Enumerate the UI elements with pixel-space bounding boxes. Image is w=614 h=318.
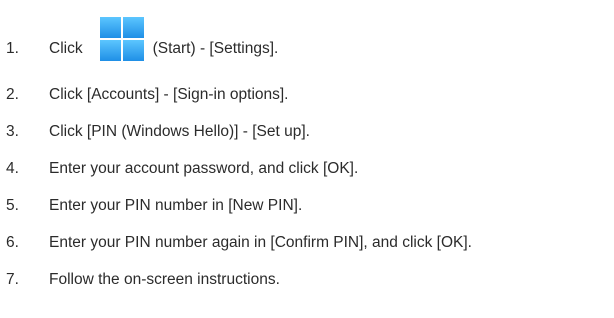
step-text: Enter your account password, and click […	[49, 160, 359, 177]
step-text: Enter your PIN number in [New PIN].	[49, 197, 303, 214]
step-6: 6. Enter your PIN number again in [Confi…	[0, 231, 472, 255]
step-number: 3.	[6, 123, 19, 140]
step-text-post: (Start) - [Settings].	[152, 40, 279, 57]
step-4: 4. Enter your account password, and clic…	[0, 157, 358, 181]
step-number: 5.	[6, 197, 19, 214]
step-text: Enter your PIN number again in [Confirm …	[49, 234, 472, 251]
step-number: 1.	[6, 40, 19, 57]
step-text-pre: Click	[49, 40, 83, 57]
step-5: 5. Enter your PIN number in [New PIN].	[0, 194, 302, 218]
step-text: Click [PIN (Windows Hello)] - [Set up].	[49, 123, 310, 140]
step-1: 1. Click (Start) - [Settings].	[0, 17, 278, 61]
step-2: 2. Click [Accounts] - [Sign-in options].	[0, 83, 289, 107]
step-number: 6.	[6, 234, 19, 251]
step-text: Click (Start) - [Settings].	[49, 17, 279, 72]
step-text: Click [Accounts] - [Sign-in options].	[49, 86, 289, 103]
step-7: 7. Follow the on-screen instructions.	[0, 268, 280, 292]
step-number: 7.	[6, 271, 19, 288]
step-3: 3. Click [PIN (Windows Hello)] - [Set up…	[0, 120, 310, 144]
windows-start-icon	[99, 16, 145, 62]
step-text: Follow the on-screen instructions.	[49, 271, 280, 288]
step-number: 4.	[6, 160, 19, 177]
step-number: 2.	[6, 86, 19, 103]
